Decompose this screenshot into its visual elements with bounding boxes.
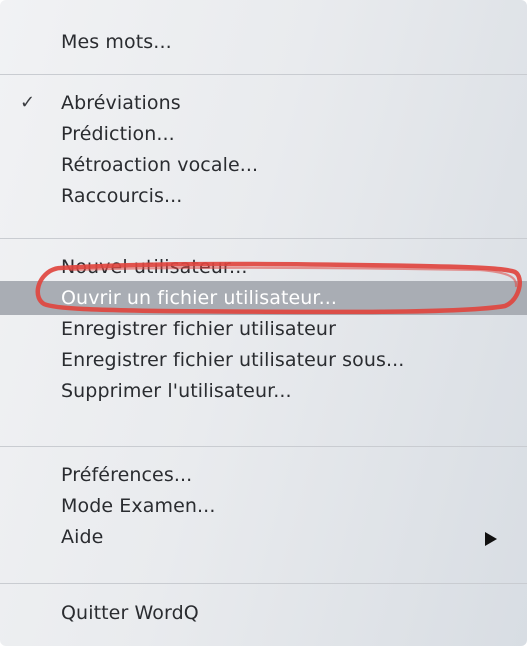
menu-separator	[0, 238, 527, 239]
menu-item-enregistrer-fichier-utilisateur[interactable]: Enregistrer fichier utilisateur	[0, 312, 527, 346]
menu-item-mes-mots[interactable]: Mes mots...	[0, 25, 527, 59]
context-menu: Mes mots... ✓ Abréviations Prédiction...…	[0, 0, 527, 646]
menu-item-enregistrer-fichier-utilisateur-sous[interactable]: Enregistrer fichier utilisateur sous...	[0, 343, 527, 377]
menu-item-mode-examen[interactable]: Mode Examen...	[0, 489, 527, 523]
menu-item-preferences[interactable]: Préférences...	[0, 458, 527, 492]
menu-item-nouvel-utilisateur[interactable]: Nouvel utilisateur...	[0, 250, 527, 284]
menu-item-label: Mes mots...	[61, 31, 172, 53]
menu-item-label: Préférences...	[61, 464, 193, 486]
menu-separator	[0, 74, 527, 75]
menu-separator	[0, 446, 527, 447]
menu-item-abreviations[interactable]: ✓ Abréviations	[0, 86, 527, 120]
menu-item-label: Rétroaction vocale...	[61, 154, 259, 176]
menu-item-ouvrir-fichier-utilisateur[interactable]: Ouvrir un fichier utilisateur...	[0, 281, 527, 315]
submenu-arrow-icon	[485, 532, 497, 546]
menu-item-quitter-wordq[interactable]: Quitter WordQ	[0, 596, 527, 630]
menu-item-label: Mode Examen...	[61, 495, 216, 517]
menu-item-label: Enregistrer fichier utilisateur	[61, 318, 336, 340]
menu-item-raccourcis[interactable]: Raccourcis...	[0, 179, 527, 213]
menu-item-aide[interactable]: Aide	[0, 520, 527, 554]
menu-item-label: Nouvel utilisateur...	[61, 256, 248, 278]
menu-item-label: Aide	[61, 526, 104, 548]
menu-item-supprimer-utilisateur[interactable]: Supprimer l'utilisateur...	[0, 374, 527, 408]
checkmark-icon: ✓	[20, 92, 36, 113]
menu-item-label: Raccourcis...	[61, 185, 183, 207]
menu-item-label: Abréviations	[61, 92, 181, 114]
menu-item-label: Quitter WordQ	[61, 602, 199, 624]
menu-separator	[0, 583, 527, 584]
menu-item-label: Enregistrer fichier utilisateur sous...	[61, 349, 405, 371]
menu-item-label: Ouvrir un fichier utilisateur...	[61, 287, 338, 309]
menu-item-retroaction-vocale[interactable]: Rétroaction vocale...	[0, 148, 527, 182]
menu-item-label: Prédiction...	[61, 123, 175, 145]
menu-item-prediction[interactable]: Prédiction...	[0, 117, 527, 151]
menu-item-label: Supprimer l'utilisateur...	[61, 380, 292, 402]
